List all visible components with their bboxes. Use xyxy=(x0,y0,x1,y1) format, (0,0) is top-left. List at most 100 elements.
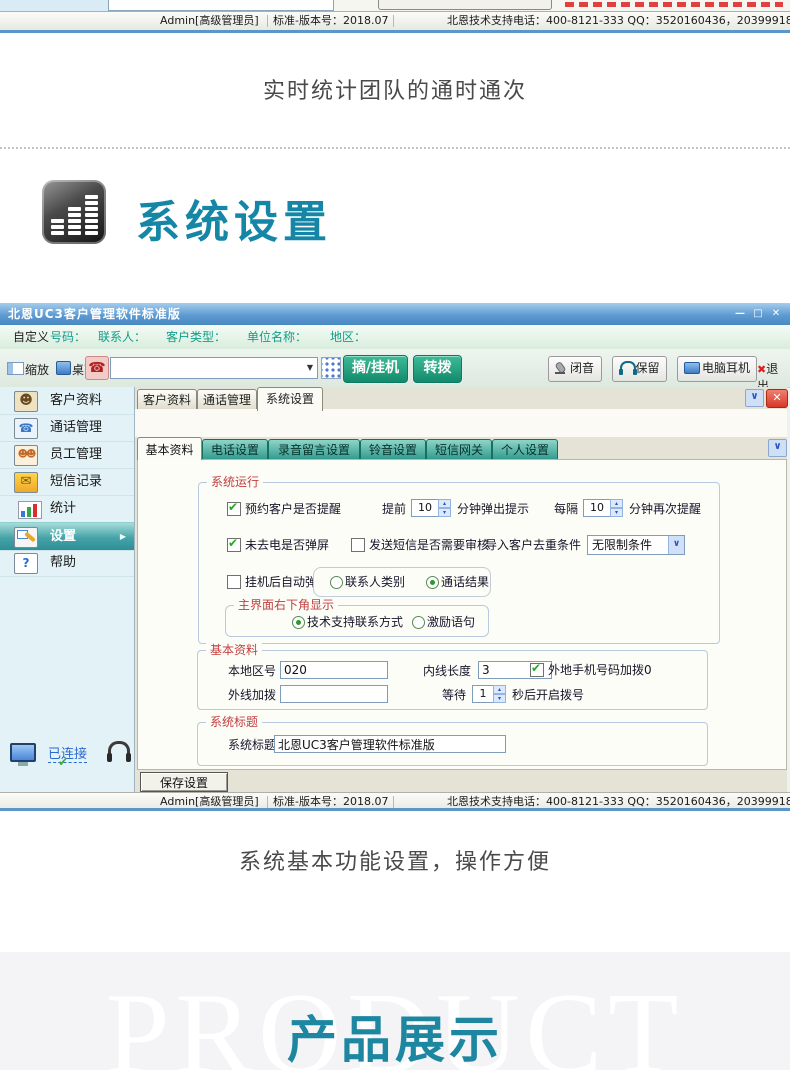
subtab-ringtone[interactable]: 铃音设置 xyxy=(360,439,426,461)
hangup-popup-checkbox[interactable] xyxy=(227,575,241,589)
pc-headset-label: 电脑耳机 xyxy=(701,361,750,375)
remind-checkbox[interactable] xyxy=(227,500,241,516)
sidebar-item-label: 短信记录 xyxy=(50,474,103,489)
call-result-radio[interactable] xyxy=(426,576,439,589)
every-spin-buttons[interactable]: ▴ ▾ xyxy=(610,499,623,517)
keypad-icon[interactable] xyxy=(321,357,341,379)
top-grid-sliver xyxy=(108,0,334,11)
help-icon: ? xyxy=(14,553,38,574)
maximize-icon[interactable]: □ xyxy=(750,307,766,321)
sidebar-item-settings[interactable]: 设置 ▶ xyxy=(0,522,134,551)
slogan-radio[interactable] xyxy=(412,616,425,629)
pane-gap xyxy=(135,409,787,437)
toolbar-zoom-label[interactable]: 缩放 xyxy=(25,361,49,378)
sidebar-item-customers[interactable]: ☻ 客户资料 xyxy=(0,387,134,415)
sidebar-item-sms[interactable]: ✉ 短信记录 xyxy=(0,468,134,496)
sidebar-item-label: 设置 xyxy=(50,529,77,544)
subtab-dropdown-icon[interactable]: ∨ xyxy=(768,439,787,457)
tab-customers[interactable]: 客户资料 xyxy=(137,389,197,410)
mobile-prefix-checkbox[interactable] xyxy=(530,661,544,677)
top-window-edge xyxy=(0,30,790,33)
tab-dropdown-icon[interactable]: ∨ xyxy=(745,389,764,407)
advance-spin-buttons[interactable]: ▴ ▾ xyxy=(438,499,451,517)
computer-icon xyxy=(684,362,700,374)
filter-custom[interactable]: 自定义 xyxy=(13,325,49,349)
dial-number-input[interactable] xyxy=(110,357,304,379)
subtab-sms-gateway[interactable]: 短信网关 xyxy=(426,439,492,461)
envelope-icon: ✉ xyxy=(14,472,38,493)
dedupe-label: 导入客户去重条件 xyxy=(485,538,582,552)
subtab-basic[interactable]: 基本资料 xyxy=(137,437,202,460)
hook-button[interactable]: 摘/挂机 xyxy=(343,355,408,383)
every-spin-value[interactable]: 10 xyxy=(583,499,611,517)
footer-section: PRODUCT 产品展示 xyxy=(0,952,790,1070)
status-separator xyxy=(267,796,268,808)
call-icon: ☎ xyxy=(14,418,38,439)
caption-stats: 实时统计团队的通时通次 xyxy=(262,79,527,104)
wait-spin-value[interactable]: 1 xyxy=(472,685,494,703)
top-status-bar: Admin[高级管理员] 标准-版本号：2018.07 北恩技术支持电话：400… xyxy=(0,11,790,30)
status-version: 标准-版本号：2018.07 xyxy=(273,14,389,27)
sidebar-item-calls[interactable]: ☎ 通话管理 xyxy=(0,414,134,442)
extension-length-label: 内线长度 xyxy=(423,664,472,678)
content-area: 客户资料 通话管理 系统设置 ∨ ✕ 基本资料 电话设置 录音留言设置 铃音设置… xyxy=(135,387,788,792)
window-titlebar: 北恩UC3客户管理软件标准版 — □ ✕ xyxy=(0,303,790,325)
popup-checkbox[interactable] xyxy=(227,536,241,552)
close-icon[interactable]: ✕ xyxy=(768,307,784,321)
contact-type-radio[interactable] xyxy=(330,576,343,589)
sidebar-item-help[interactable]: ? 帮助 xyxy=(0,549,134,577)
dial-dropdown-icon[interactable]: ▼ xyxy=(303,357,318,379)
minimize-icon[interactable]: — xyxy=(732,307,748,321)
tab-system-settings[interactable]: 系统设置 xyxy=(257,387,323,411)
filter-customer-type[interactable]: 客户类型： xyxy=(166,325,226,349)
connection-status: 已连接 ✔ xyxy=(6,739,134,773)
sidebar-item-staff[interactable]: ☻☻ 员工管理 xyxy=(0,441,134,469)
filter-contact[interactable]: 联系人： xyxy=(98,325,146,349)
sms-audit-checkbox[interactable] xyxy=(351,538,365,552)
subtab-personal[interactable]: 个人设置 xyxy=(492,439,558,461)
sidebar-item-label: 通话管理 xyxy=(50,420,103,435)
system-title-input[interactable] xyxy=(274,735,506,753)
transfer-button[interactable]: 转拨 xyxy=(413,355,462,383)
group-title: 基本资料 xyxy=(206,643,263,657)
footer-title: 产品展示 xyxy=(287,1011,503,1069)
hold-button[interactable]: 保留 xyxy=(612,356,667,382)
desktop-icon[interactable] xyxy=(56,361,71,375)
section-title: 系统设置 xyxy=(136,197,332,248)
advance-label: 提前 xyxy=(382,502,407,516)
mute-button[interactable]: 闭音 xyxy=(548,356,602,382)
filter-company[interactable]: 单位名称： xyxy=(247,325,307,349)
subtab-phone[interactable]: 电话设置 xyxy=(202,439,268,461)
save-settings-button[interactable]: 保存设置 xyxy=(140,772,228,792)
outside-line-label: 外线加拨 xyxy=(228,688,277,702)
tab-calls[interactable]: 通话管理 xyxy=(197,389,257,410)
hangup-radio-group: 联系人类别 通话结果 xyxy=(313,567,491,597)
outside-line-input[interactable] xyxy=(280,685,388,703)
wait-label: 等待 xyxy=(442,688,467,702)
check-icon: ✔ xyxy=(58,755,69,769)
corner-display-title: 主界面右下角显示 xyxy=(234,598,339,612)
dedupe-dropdown[interactable]: 无限制条件 ∨ xyxy=(587,535,685,555)
pc-headset-button[interactable]: 电脑耳机 xyxy=(677,356,757,382)
advance-spin-value[interactable]: 10 xyxy=(411,499,439,517)
top-sidebar-sliver xyxy=(0,0,108,11)
status-support: 北恩技术支持电话：400-8121-333 QQ：3520160436，2039… xyxy=(447,14,790,27)
wait-spin-buttons[interactable]: ▴ ▾ xyxy=(493,685,506,703)
sidebar-item-stats[interactable]: 统计 xyxy=(0,495,134,523)
subtab-recording[interactable]: 录音留言设置 xyxy=(268,439,360,461)
staff-icon: ☻☻ xyxy=(14,445,38,466)
status-user: Admin[高级管理员] xyxy=(160,14,259,27)
top-clipped-button[interactable] xyxy=(378,0,552,10)
filter-region[interactable]: 地区： xyxy=(330,325,366,349)
area-code-input[interactable] xyxy=(280,661,388,679)
filter-number[interactable]: 号码： xyxy=(50,325,86,349)
window-title: 北恩UC3客户管理软件标准版 xyxy=(8,307,181,321)
sidebar-item-label: 员工管理 xyxy=(50,447,103,462)
customer-icon: ☻ xyxy=(14,391,38,412)
filter-bar: 自定义 号码： 联系人： 客户类型： 单位名称： 地区： xyxy=(0,325,790,349)
bar-chart-icon xyxy=(18,501,42,519)
support-contact-radio[interactable] xyxy=(292,616,305,629)
zoom-icon[interactable] xyxy=(7,362,24,375)
phone-icon[interactable]: ☎ xyxy=(85,356,109,380)
tab-close-icon[interactable]: ✕ xyxy=(766,389,788,408)
